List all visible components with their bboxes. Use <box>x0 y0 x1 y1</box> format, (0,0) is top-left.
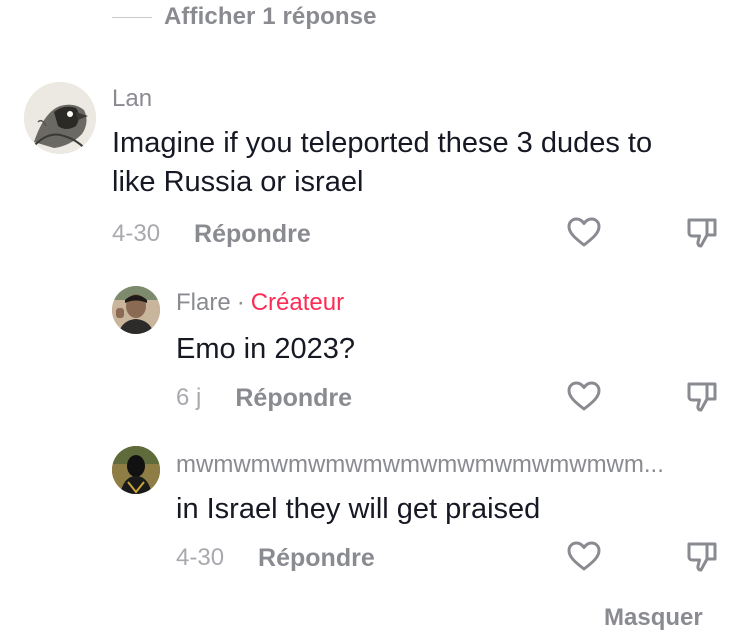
comment-text: Imagine if you teleported these 3 dudes … <box>112 124 722 202</box>
thumbs-down-outline-icon <box>687 218 717 248</box>
view-replies-button[interactable]: Afficher 1 réponse <box>112 0 377 34</box>
comment-text: Emo in 2023? <box>176 333 355 365</box>
comment-meta: 4-30 Répondre <box>112 217 311 251</box>
username-row: mwmwmwmwmwmwmwmwmwmwmwmwm... <box>176 450 664 480</box>
comment-text: in Israel they will get praised <box>176 493 541 525</box>
heart-outline-icon <box>567 541 601 571</box>
view-replies-label: Afficher 1 réponse <box>164 3 377 30</box>
heart-outline-icon <box>567 217 601 247</box>
heart-outline-icon <box>567 381 601 411</box>
like-button[interactable] <box>564 376 604 416</box>
dislike-button[interactable] <box>682 376 722 416</box>
dislike-button[interactable] <box>682 212 722 252</box>
avatar[interactable] <box>112 446 160 494</box>
reply-button[interactable]: Répondre <box>235 384 352 413</box>
reply-button[interactable]: Répondre <box>258 544 375 573</box>
comment-meta: 4-30 Répondre <box>176 541 375 575</box>
comment-text-line: like Russia or israel <box>112 166 364 198</box>
masked-person-avatar <box>112 446 160 494</box>
person-photo-avatar <box>112 286 160 334</box>
bird-sketch-avatar <box>24 82 96 154</box>
comment-date: 4-30 <box>112 220 161 247</box>
like-button[interactable] <box>564 536 604 576</box>
username-row: Lan <box>112 84 152 114</box>
thumbs-down-outline-icon <box>687 542 717 572</box>
comment-text-line: Imagine if you teleported these 3 dudes … <box>112 127 653 159</box>
username-row: Flare · Créateur <box>176 288 344 318</box>
comment-meta: 6 j Répondre <box>176 381 352 415</box>
creator-badge: Créateur <box>250 289 345 316</box>
username[interactable]: Lan <box>112 85 152 113</box>
reply-button[interactable]: Répondre <box>194 220 311 249</box>
comment-date: 4-30 <box>176 544 225 571</box>
dislike-button[interactable] <box>682 536 722 576</box>
avatar[interactable] <box>112 286 160 334</box>
username[interactable]: mwmwmwmwmwmwmwmwmwmwmwmwm... <box>176 451 664 479</box>
hide-replies-button[interactable]: Masquer <box>604 604 703 632</box>
comment-date: 6 j <box>176 384 202 411</box>
like-button[interactable] <box>564 212 604 252</box>
thumbs-down-outline-icon <box>687 382 717 412</box>
username[interactable]: Flare <box>176 289 231 317</box>
avatar[interactable] <box>24 82 96 154</box>
separator-dot: · <box>236 289 245 316</box>
divider-line <box>112 16 152 18</box>
